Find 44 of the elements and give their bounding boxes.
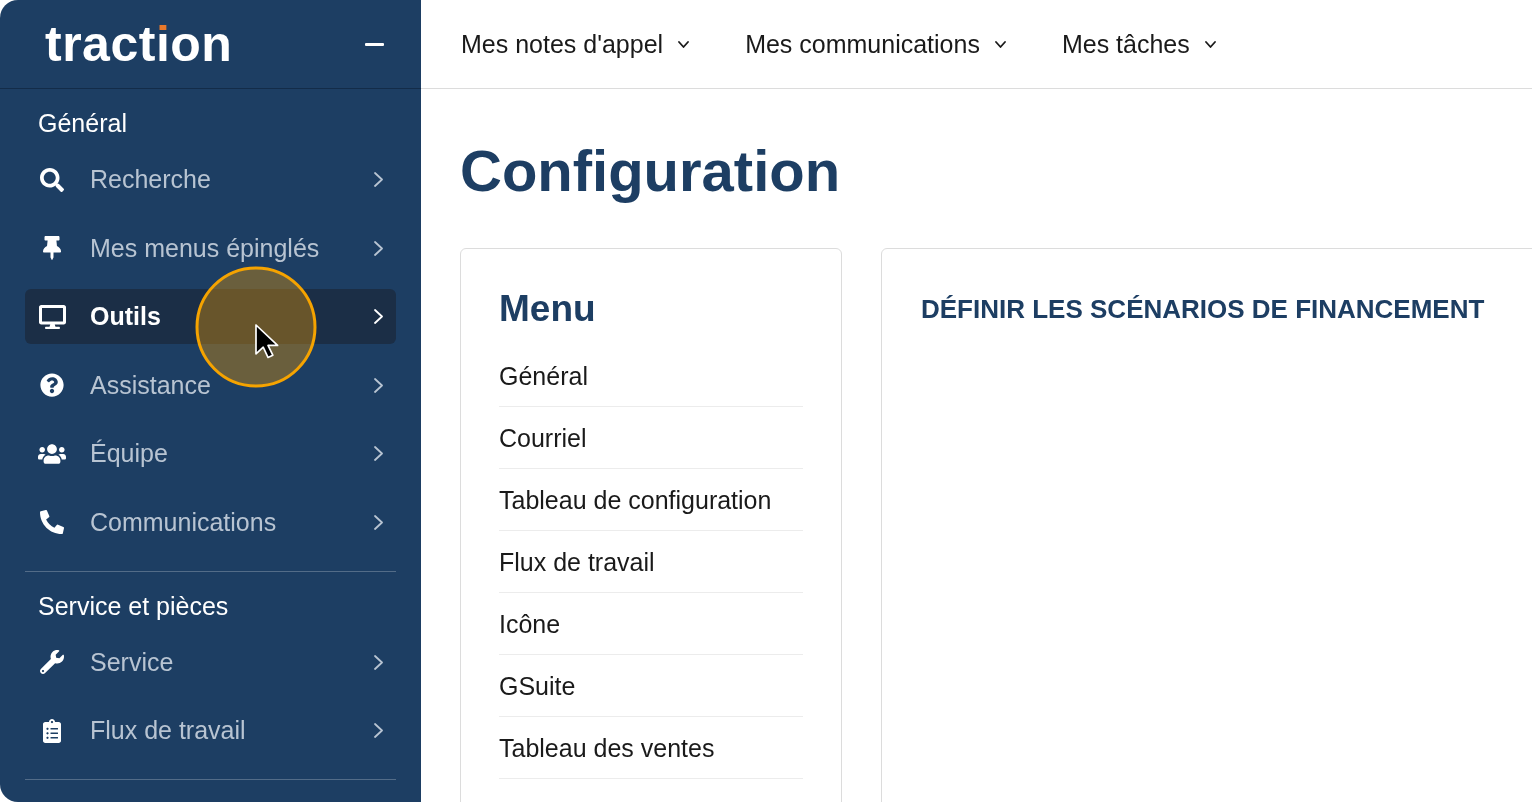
nav-dropdown[interactable]: Mes notes d'appel bbox=[461, 29, 690, 59]
chevron-right-icon bbox=[374, 309, 383, 324]
search-icon bbox=[40, 167, 64, 192]
sidebar-item[interactable]: Communications bbox=[25, 494, 396, 550]
chevron-right-icon bbox=[374, 654, 383, 670]
chevron-right-icon bbox=[374, 240, 383, 256]
menu-link[interactable]: Général bbox=[499, 345, 803, 407]
wrench-icon bbox=[40, 650, 64, 674]
chevron-down-icon bbox=[678, 40, 690, 48]
sidebar-item[interactable]: Équipe bbox=[25, 426, 396, 481]
menu-link[interactable]: Tableau des ventes bbox=[499, 717, 803, 779]
menu-link[interactable]: Flux de travail bbox=[499, 531, 803, 593]
menu-link[interactable]: Tableau de configuration bbox=[499, 469, 803, 531]
section-heading: Service et pièces bbox=[37, 590, 230, 621]
sidebar-item[interactable]: Recherche bbox=[25, 152, 396, 207]
chevron-down-icon bbox=[1204, 40, 1216, 48]
minus-icon bbox=[365, 42, 384, 46]
sidebar-item[interactable]: Flux de travail bbox=[25, 703, 396, 758]
chevron-right-icon bbox=[374, 377, 383, 393]
users-icon bbox=[38, 441, 66, 466]
card-title: DÉFINIR LES SCÉNARIOS DE FINANCEMENT bbox=[921, 293, 1486, 325]
chevron-right-icon bbox=[374, 723, 383, 738]
chevron-right-icon bbox=[374, 172, 383, 187]
help-icon bbox=[40, 373, 64, 397]
chevron-right-icon bbox=[374, 514, 383, 530]
menu-link[interactable]: GSuite bbox=[499, 655, 803, 717]
sidebar-item[interactable]: Service bbox=[25, 634, 396, 690]
logo: traction bbox=[45, 19, 233, 69]
chevron-right-icon bbox=[374, 446, 383, 461]
sidebar-item[interactable]: Assistance bbox=[25, 357, 396, 413]
page-title: Configuration bbox=[460, 137, 842, 205]
nav-dropdown[interactable]: Mes tâches bbox=[1061, 29, 1216, 59]
menu-link[interactable]: Icône bbox=[499, 593, 803, 655]
monitor-icon bbox=[38, 304, 66, 329]
pin-icon bbox=[43, 236, 61, 260]
card-title: Menu bbox=[499, 287, 597, 331]
section-heading: Général bbox=[37, 108, 128, 138]
nav-dropdown[interactable]: Mes communications bbox=[745, 29, 1006, 59]
sidebar-item[interactable]: Outils bbox=[25, 289, 396, 344]
clipboard-list-icon bbox=[43, 718, 61, 743]
menu-link[interactable]: Courriel bbox=[499, 407, 803, 469]
phone-icon bbox=[40, 510, 64, 534]
chevron-down-icon bbox=[994, 40, 1006, 48]
sidebar-item[interactable]: Mes menus épinglés bbox=[25, 220, 396, 276]
